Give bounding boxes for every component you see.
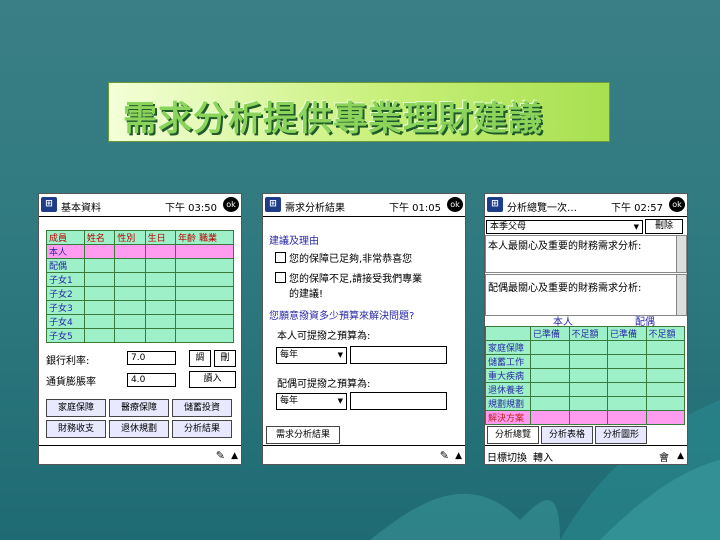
retirement-button[interactable]: 退休規劃 <box>109 420 169 438</box>
import-menu[interactable]: 轉入 <box>533 449 553 464</box>
advice-heading: 建議及理由 <box>269 236 319 247</box>
title-bar: ⊞ 分析總覽一次… 下午 02:57 ok <box>485 194 687 217</box>
ok-button[interactable]: ok <box>669 197 685 212</box>
keyboard-icon[interactable]: 會 <box>659 449 669 464</box>
command-bar: ✎ ▲ <box>39 445 241 464</box>
analysis-table: 已準備 不足額 已準備 不足額 家庭保障 儲蓄工作 重大疾病 退休養老 規劃規劃… <box>485 326 685 425</box>
window-title: 需求分析結果 <box>285 203 345 214</box>
option-insufficient-label: 您的保障不足,請接受我們專業 <box>289 274 423 285</box>
option-insufficient-checkbox[interactable] <box>275 272 286 283</box>
window-title: 基本資料 <box>61 203 101 214</box>
pen-icon[interactable]: ✎ <box>440 449 449 462</box>
chevron-down-icon: ▼ <box>337 397 343 405</box>
table-row[interactable]: 本人 <box>46 244 234 259</box>
table-row[interactable]: 規劃規劃 <box>485 396 685 411</box>
col-header: 成員 <box>46 230 85 245</box>
option-sufficient-label: 您的保障已足夠,非常恭喜您 <box>289 254 413 265</box>
tab-analysis-chart[interactable]: 分析圖形 <box>595 426 647 444</box>
command-bar: ✎ ▲ <box>263 445 465 464</box>
self-frequency-select[interactable]: 每年 ▼ <box>276 347 347 364</box>
medical-protection-button[interactable]: 醫療保障 <box>109 399 169 417</box>
bank-rate-label: 銀行利率: <box>46 356 90 367</box>
clock: 下午 03:50 <box>165 203 217 214</box>
tab-analysis-table[interactable]: 分析表格 <box>541 426 593 444</box>
windows-logo-icon[interactable]: ⊞ <box>41 197 57 212</box>
screen-basic-info: ⊞ 基本資料 下午 03:50 ok 成員 姓名 性別 生日 年齡 職業 本人 … <box>38 193 242 465</box>
finance-button[interactable]: 財務收支 <box>46 420 106 438</box>
adjust-button[interactable]: 調 <box>189 350 211 367</box>
savings-investment-button[interactable]: 儲蓄投資 <box>172 399 232 417</box>
slide-title-box: 需求分析提供專業理財建議 <box>108 82 610 142</box>
title-bar: ⊞ 需求分析結果 下午 01:05 ok <box>263 194 465 217</box>
table-row[interactable]: 重大疾病 <box>485 368 685 383</box>
switch-target-menu[interactable]: 日標切換 <box>487 449 527 464</box>
self-budget-label: 本人可提撥之預算為: <box>277 331 371 342</box>
table-row[interactable]: 子女4 <box>46 314 234 329</box>
table-row[interactable]: 家庭保障 <box>485 340 685 355</box>
inflation-input[interactable]: 4.0 <box>127 373 176 387</box>
screen-analysis-result: ⊞ 需求分析結果 下午 01:05 ok 建議及理由 您的保障已足夠,非常恭喜您… <box>262 193 466 465</box>
member-select[interactable]: 本季父母 ▼ <box>486 220 643 234</box>
tab-analysis-result[interactable]: 需求分析結果 <box>266 426 340 444</box>
table-header-row: 已準備 不足額 已準備 不足額 <box>485 326 685 341</box>
table-row[interactable]: 退休養老 <box>485 382 685 397</box>
family-table: 成員 姓名 性別 生日 年齡 職業 本人 配偶 子女1 子女2 子女3 子女4 … <box>46 230 234 343</box>
option-sufficient-checkbox[interactable] <box>275 252 286 263</box>
scrollbar[interactable] <box>676 236 686 272</box>
ok-button[interactable]: ok <box>223 197 239 212</box>
family-protection-button[interactable]: 家庭保障 <box>46 399 106 417</box>
chevron-down-icon: ▼ <box>633 223 639 231</box>
windows-logo-icon[interactable]: ⊞ <box>487 197 503 212</box>
pen-icon[interactable]: ✎ <box>216 449 225 462</box>
table-row[interactable]: 解決方案 <box>485 410 685 425</box>
up-arrow-icon[interactable]: ▲ <box>677 451 684 461</box>
table-row[interactable]: 子女5 <box>46 328 234 343</box>
up-arrow-icon[interactable]: ▲ <box>231 451 238 461</box>
clock: 下午 01:05 <box>389 203 441 214</box>
spouse-frequency-select[interactable]: 每年 ▼ <box>276 393 347 410</box>
clock: 下午 02:57 <box>611 203 663 214</box>
enter-button[interactable]: 讀入 <box>189 371 236 388</box>
spouse-budget-input[interactable] <box>350 392 447 410</box>
table-row[interactable]: 子女3 <box>46 300 234 315</box>
tab-overview[interactable]: 分析總覽 <box>487 426 539 444</box>
spouse-budget-label: 配偶可提撥之預算為: <box>277 379 371 390</box>
slide-title: 需求分析提供專業理財建議 <box>123 99 543 139</box>
up-arrow-icon[interactable]: ▲ <box>455 451 462 461</box>
table-row[interactable]: 配偶 <box>46 258 234 273</box>
analysis-result-button[interactable]: 分析結果 <box>172 420 232 438</box>
table-row[interactable]: 子女2 <box>46 286 234 301</box>
windows-logo-icon[interactable]: ⊞ <box>265 197 281 212</box>
bank-rate-input[interactable]: 7.0 <box>127 351 176 365</box>
title-bar: ⊞ 基本資料 下午 03:50 ok <box>39 194 241 217</box>
table-row[interactable]: 儲蓄工作 <box>485 354 685 369</box>
delete-button[interactable]: 刪除 <box>645 219 683 234</box>
screen-analysis-overview: ⊞ 分析總覽一次… 下午 02:57 ok 本季父母 ▼ 刪除 本人最關心及重要的… <box>484 193 688 465</box>
col-header: 姓名 <box>83 230 116 245</box>
inflation-label: 通貨膨脹率 <box>46 377 96 388</box>
self-budget-input[interactable] <box>350 346 447 364</box>
command-bar: 日標切換 轉入 會 ▲ <box>485 445 687 464</box>
col-header: 性別 <box>114 230 146 245</box>
col-header: 生日 <box>144 230 177 245</box>
table-header-row: 成員 姓名 性別 生日 年齡 職業 <box>46 230 234 245</box>
window-title: 分析總覽一次… <box>507 203 577 214</box>
self-needs-textarea[interactable]: 本人最關心及重要的財務需求分析: <box>485 235 687 273</box>
table-row[interactable]: 子女1 <box>46 272 234 287</box>
col-header: 年齡 職業 <box>175 230 234 245</box>
chevron-down-icon: ▼ <box>337 351 343 359</box>
spouse-needs-textarea[interactable]: 配偶最關心及重要的財務需求分析: <box>485 274 687 316</box>
ok-button[interactable]: ok <box>447 197 463 212</box>
option-insufficient-label-2: 的建議! <box>289 289 324 300</box>
budget-question: 您願意撥資多少預算來解決問題? <box>269 311 415 322</box>
delete-button[interactable]: 刪 <box>214 350 236 367</box>
scrollbar[interactable] <box>676 275 686 315</box>
